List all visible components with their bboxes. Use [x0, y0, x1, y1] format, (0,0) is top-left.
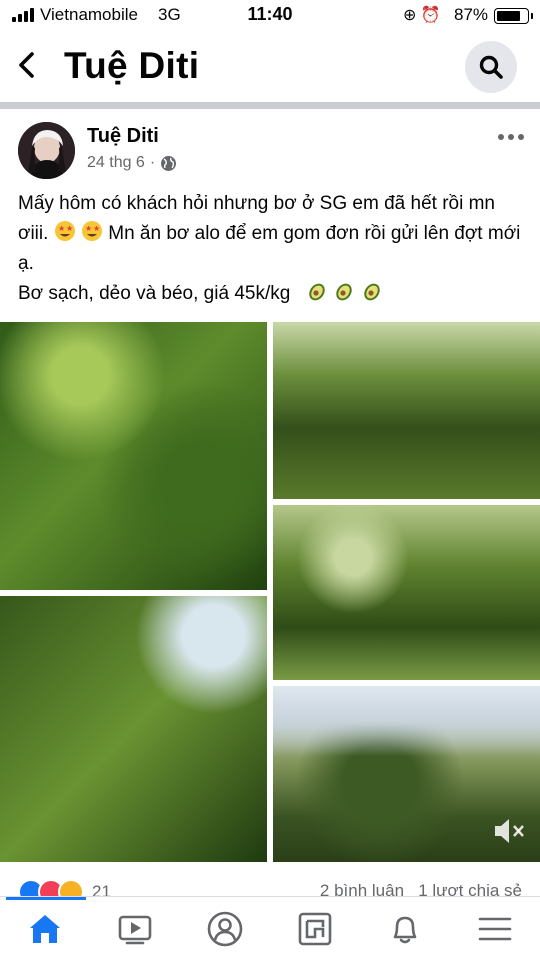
svg-text:★: ★ — [58, 224, 65, 233]
more-options-button[interactable] — [498, 134, 524, 140]
avatar-image — [18, 122, 75, 179]
post-paragraph-2: Bơ sạch, dẻo và béo, giá 45k/kg — [18, 279, 523, 309]
post-photo-2[interactable] — [273, 322, 540, 499]
tab-watch[interactable] — [90, 897, 180, 962]
alarm-lock-icons: ⊕ ⏰ — [403, 7, 441, 24]
avocado-emoji-icon — [364, 283, 380, 301]
post-photo-3[interactable] — [273, 505, 540, 680]
tab-profile[interactable] — [180, 897, 270, 962]
meta-separator: · — [149, 154, 156, 171]
page-title: Tuệ Diti — [64, 45, 200, 86]
mute-toggle-button[interactable] — [492, 816, 526, 851]
dot-icon — [508, 134, 514, 140]
tab-menu[interactable] — [450, 897, 540, 962]
svg-text:★: ★ — [66, 224, 73, 233]
avocado-emoji-icon — [309, 283, 325, 301]
dot-icon — [498, 134, 504, 140]
post-meta: 24 thg 6 · — [87, 154, 177, 172]
tab-pages[interactable] — [270, 897, 360, 962]
chevron-left-icon — [19, 52, 34, 78]
globe-icon — [161, 155, 177, 171]
post-text: Mấy hôm có khách hỏi nhưng bơ ở SG em đã… — [18, 189, 523, 309]
page-header: Tuệ Diti — [0, 36, 540, 98]
profile-icon — [207, 911, 243, 947]
star-struck-emoji-icon: ★ ★ — [54, 221, 75, 241]
watch-icon — [118, 915, 152, 945]
notifications-icon — [393, 916, 417, 944]
post-photo-4[interactable] — [0, 596, 267, 862]
post-date[interactable]: 24 thg 6 — [87, 154, 145, 172]
home-icon — [30, 915, 60, 943]
battery-icon — [494, 8, 533, 24]
pages-icon — [298, 912, 332, 946]
post-text-part-3: Bơ sạch, dẻo và béo, giá 45k/kg — [18, 283, 291, 304]
battery-percent: 87% — [454, 5, 489, 24]
section-divider — [0, 102, 540, 109]
menu-icon — [478, 917, 512, 941]
dot-icon — [518, 134, 524, 140]
back-button[interactable] — [14, 50, 40, 85]
svg-text:★: ★ — [85, 224, 92, 233]
svg-text:★: ★ — [93, 224, 100, 233]
bottom-navigation — [0, 896, 540, 962]
post-author[interactable]: Tuệ Diti — [87, 125, 159, 148]
post-paragraph-1: Mấy hôm có khách hỏi nhưng bơ ở SG em đã… — [18, 189, 523, 279]
avatar[interactable] — [18, 122, 75, 179]
speaker-muted-icon — [495, 819, 524, 843]
search-icon — [479, 55, 503, 79]
status-bar: Vietnamobile 3G 11:40 ⊕ ⏰ 87% — [0, 0, 540, 30]
star-struck-emoji-icon: ★ ★ — [81, 221, 102, 241]
search-button[interactable] — [465, 41, 517, 93]
post-photo-1[interactable] — [0, 322, 267, 590]
tab-notifications[interactable] — [360, 897, 450, 962]
tab-home[interactable] — [0, 897, 90, 962]
avocado-emoji-icon — [336, 283, 353, 301]
